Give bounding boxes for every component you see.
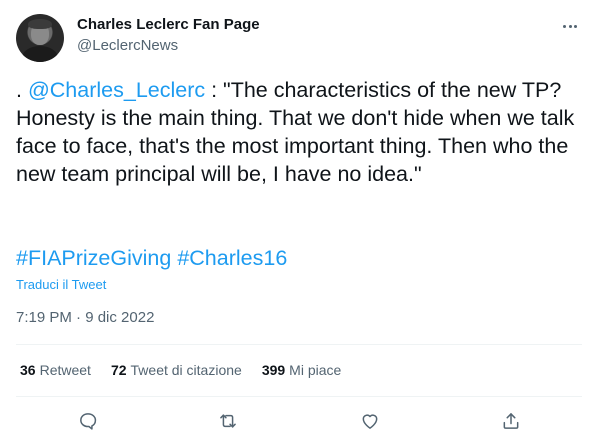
retweets-count: 36 xyxy=(20,362,36,378)
likes-label: Mi piace xyxy=(289,362,342,378)
author-name[interactable]: Charles Leclerc Fan Page xyxy=(77,16,260,33)
tweet-stats: 36 Retweet 72 Tweet di citazione 399 Mi pia… xyxy=(20,362,361,378)
quotes-count: 72 xyxy=(110,362,127,378)
quotes-stat[interactable]: 72 Tweet di citazione xyxy=(111,362,242,378)
quotes-label: Tweet di citazione xyxy=(130,362,242,378)
more-icon[interactable] xyxy=(558,14,582,38)
retweets-stat[interactable]: 36 Retweet xyxy=(20,362,91,378)
avatar-body xyxy=(22,46,58,62)
retweet-icon[interactable] xyxy=(216,409,240,433)
tweet-header: Charles Leclerc Fan Page @LeclercNews xyxy=(16,12,582,62)
action-bar xyxy=(16,406,582,436)
hashtag-link[interactable]: #FIAPrizeGiving xyxy=(16,246,171,270)
likes-stat[interactable]: 399 Mi piace xyxy=(262,362,342,378)
tweet-prefix: . xyxy=(16,78,28,102)
hashtag-list: #FIAPrizeGiving #Charles16 xyxy=(16,244,287,272)
retweets-label: Retweet xyxy=(39,362,91,378)
heart-icon[interactable] xyxy=(358,409,382,433)
share-icon[interactable] xyxy=(499,409,523,433)
avatar[interactable] xyxy=(16,14,64,62)
author-handle[interactable]: @LeclercNews xyxy=(77,37,178,54)
avatar-hair xyxy=(28,19,52,29)
translate-link[interactable]: Traduci il Tweet xyxy=(16,277,106,292)
likes-count: 399 xyxy=(261,362,286,378)
tweet-text: . @Charles_Leclerc : "The characteristic… xyxy=(16,76,576,188)
reply-icon[interactable] xyxy=(76,409,100,433)
mention-link[interactable]: @Charles_Leclerc xyxy=(28,78,205,102)
hashtag-link[interactable]: #Charles16 xyxy=(177,246,287,270)
tweet-timestamp[interactable]: 7:19 PM · 9 dic 2022 xyxy=(16,309,154,326)
divider xyxy=(16,344,582,345)
divider xyxy=(16,396,582,397)
